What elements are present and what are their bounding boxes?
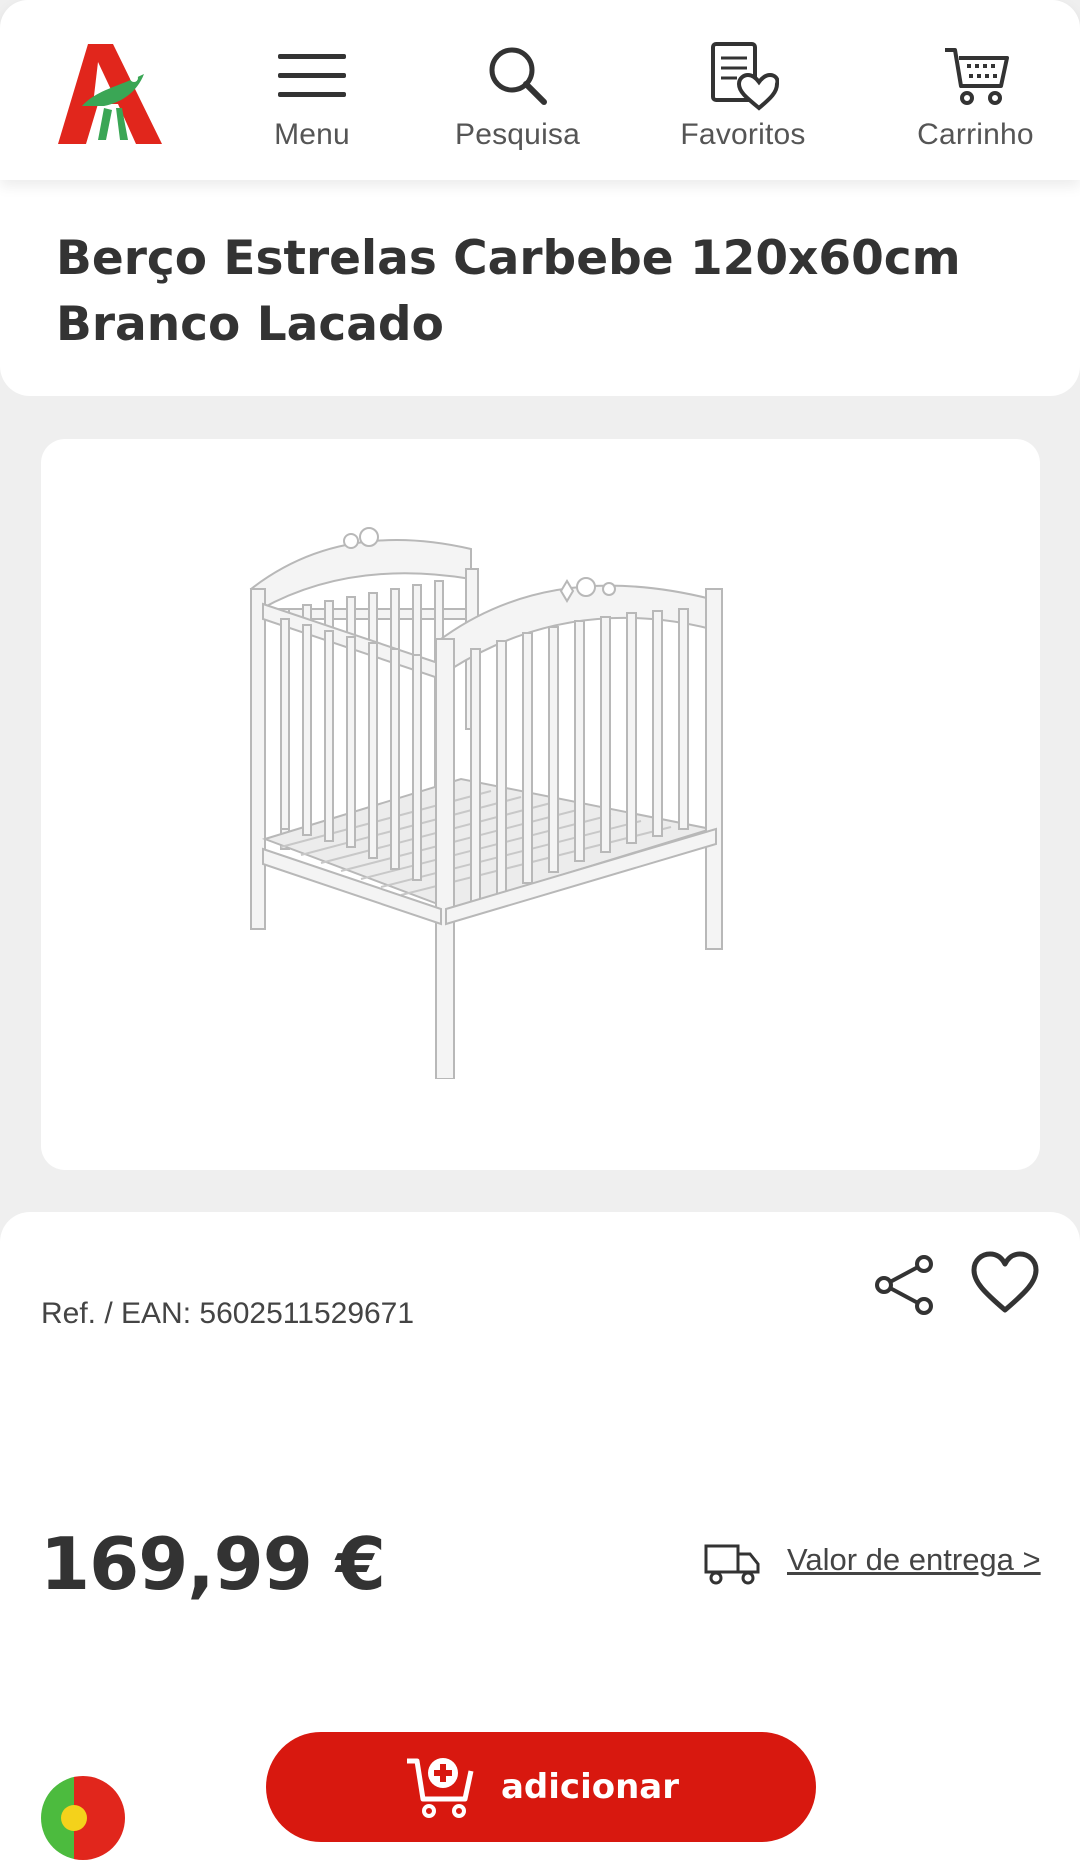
auchan-logo[interactable] [58, 44, 162, 148]
product-image-crib[interactable] [241, 479, 801, 1079]
portugal-flag-icon[interactable] [40, 1775, 126, 1861]
nav-favorites-label: Favoritos [680, 118, 806, 151]
product-page: Menu Pesquisa Favoritos Carrinho Berço E… [0, 0, 1080, 1873]
product-title: Berço Estrelas Carbebe 120x60cm Branco L… [56, 231, 961, 352]
product-reference: Ref. / EAN: 5602511529671 [41, 1297, 415, 1330]
nav-favorites[interactable]: Favoritos [673, 36, 813, 154]
favorite-heart-icon[interactable] [970, 1248, 1040, 1318]
product-title-card: Berço Estrelas Carbebe 120x60cm Branco L… [0, 180, 1080, 396]
top-navigation-bar: Menu Pesquisa Favoritos Carrinho [0, 0, 1080, 180]
nav-search-label: Pesquisa [455, 118, 581, 151]
add-to-cart-button[interactable]: adicionar [266, 1732, 816, 1842]
favorites-list-icon [703, 36, 783, 116]
share-icon[interactable] [872, 1252, 938, 1318]
search-icon [478, 36, 558, 116]
delivery-value-link[interactable]: Valor de entrega > [787, 1542, 1041, 1578]
cart-add-icon [406, 1758, 474, 1818]
product-image-card[interactable] [41, 439, 1040, 1170]
nav-search[interactable]: Pesquisa [455, 36, 580, 154]
delivery-truck-icon [704, 1544, 760, 1585]
nav-menu-label: Menu [274, 118, 350, 151]
product-price: 169,99 € [40, 1522, 386, 1606]
cart-icon [936, 36, 1016, 116]
nav-cart[interactable]: Carrinho [903, 36, 1048, 154]
nav-menu[interactable]: Menu [262, 36, 362, 154]
nav-cart-label: Carrinho [917, 118, 1034, 151]
menu-icon [272, 36, 352, 116]
product-info-card: Ref. / EAN: 5602511529671 169,99 € Valor… [0, 1212, 1080, 1873]
add-to-cart-label: adicionar [500, 1767, 680, 1807]
